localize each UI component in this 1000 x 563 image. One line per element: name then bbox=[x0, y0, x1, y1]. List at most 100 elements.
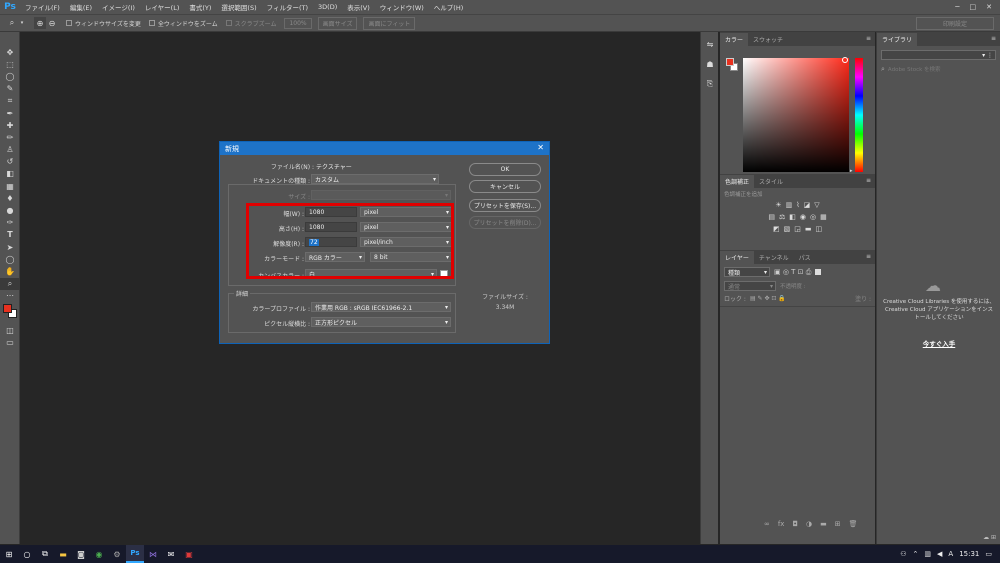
history-icon[interactable]: ⇋ bbox=[701, 36, 719, 52]
link-layers-icon[interactable]: ∞ bbox=[764, 520, 770, 528]
file-name-field[interactable]: テクスチャー bbox=[316, 162, 352, 171]
scrubby-zoom-checkbox[interactable]: スクラブズーム bbox=[225, 19, 276, 28]
cancel-button[interactable]: キャンセル bbox=[469, 180, 541, 193]
mail-icon[interactable]: ✉ bbox=[162, 545, 180, 563]
panel-menu-icon[interactable]: ≡ bbox=[866, 177, 871, 184]
lasso-tool-icon[interactable]: ◯ bbox=[0, 70, 20, 82]
color-mode-select[interactable]: RGB カラー ▾ bbox=[305, 252, 365, 262]
maximize-icon[interactable]: □ bbox=[970, 3, 977, 11]
settings-icon[interactable]: ⚙ bbox=[108, 545, 126, 563]
eraser-tool-icon[interactable]: ◧ bbox=[0, 168, 20, 180]
adjustment-layer-icon[interactable]: ◑ bbox=[806, 520, 812, 528]
gradient-map-icon[interactable]: ▬ bbox=[805, 225, 812, 233]
canvas-color-swatch[interactable] bbox=[440, 270, 448, 278]
add-mask-icon[interactable]: ◘ bbox=[792, 520, 798, 528]
new-layer-icon[interactable]: ⊞ bbox=[835, 520, 841, 528]
hand-tool-icon[interactable]: ✋ bbox=[0, 265, 20, 277]
stock-search-input[interactable]: Adobe Stock を検索 bbox=[888, 65, 941, 73]
menu-select[interactable]: 選択範囲(S) bbox=[216, 2, 261, 12]
menu-image[interactable]: イメージ(I) bbox=[97, 2, 140, 12]
history-brush-icon[interactable]: ↺ bbox=[0, 156, 20, 168]
close-icon[interactable]: ✕ bbox=[986, 3, 992, 11]
chevron-up-icon[interactable]: ⌃ bbox=[913, 550, 919, 558]
eyedropper-tool-icon[interactable]: ✒ bbox=[0, 107, 20, 119]
color-lookup-icon[interactable]: ▦ bbox=[820, 213, 827, 221]
color-swatches[interactable] bbox=[0, 302, 19, 324]
quick-select-tool-icon[interactable]: ✎ bbox=[0, 83, 20, 95]
levels-icon[interactable]: ▥ bbox=[786, 201, 793, 209]
dialog-close-icon[interactable]: ✕ bbox=[537, 143, 544, 152]
pen-tool-icon[interactable]: ✑ bbox=[0, 217, 20, 229]
menu-3d[interactable]: 3D(D) bbox=[313, 3, 342, 11]
foreground-color[interactable] bbox=[726, 58, 734, 66]
blend-mode-select[interactable]: 通常 ▾ bbox=[724, 281, 776, 291]
menu-type[interactable]: 書式(Y) bbox=[184, 2, 216, 12]
library-select[interactable]: ▾ ⋮ bbox=[881, 50, 996, 60]
blur-tool-icon[interactable]: ♦ bbox=[0, 192, 20, 204]
print-size-button[interactable]: 印刷設定 bbox=[916, 16, 994, 30]
notifications-icon[interactable]: ▭ bbox=[985, 550, 992, 558]
panel-menu-icon[interactable]: ≡ bbox=[991, 35, 996, 42]
posterize-icon[interactable]: ▧ bbox=[784, 225, 791, 233]
brightness-icon[interactable]: ☀ bbox=[775, 201, 781, 209]
lock-icons[interactable]: ▤ ✎ ✥ ⊡ 🔒 bbox=[750, 295, 786, 302]
minimize-icon[interactable]: ─ bbox=[955, 3, 959, 11]
layer-kind-filter[interactable]: 種類 ▾ bbox=[724, 267, 770, 277]
tab-libraries[interactable]: ライブラリ bbox=[877, 33, 918, 46]
windows-start-icon[interactable]: ⊞ bbox=[0, 545, 18, 563]
shape-tool-icon[interactable]: ◯ bbox=[0, 253, 20, 265]
black-white-icon[interactable]: ◧ bbox=[789, 213, 796, 221]
invert-icon[interactable]: ◩ bbox=[773, 225, 780, 233]
zoom-in-icon[interactable]: ⊕ bbox=[34, 17, 46, 29]
brush-tool-icon[interactable]: ✏ bbox=[0, 131, 20, 143]
fx-icon[interactable]: fx bbox=[778, 520, 785, 528]
selective-color-icon[interactable]: ◫ bbox=[815, 225, 822, 233]
color-field[interactable] bbox=[743, 58, 849, 172]
marquee-tool-icon[interactable]: ⬚ bbox=[0, 58, 20, 70]
exposure-icon[interactable]: ◪ bbox=[804, 201, 811, 209]
menu-filter[interactable]: フィルター(T) bbox=[262, 2, 313, 12]
zoom-all-checkbox[interactable]: 全ウィンドウをズーム bbox=[148, 19, 218, 28]
ok-button[interactable]: OK bbox=[469, 163, 541, 176]
trash-icon[interactable]: 🗑 bbox=[849, 520, 858, 528]
save-preset-button[interactable]: プリセットを保存(S)... bbox=[469, 199, 541, 212]
tab-layers[interactable]: レイヤー bbox=[720, 251, 754, 264]
crop-tool-icon[interactable]: ⌗ bbox=[0, 95, 20, 107]
menu-window[interactable]: ウィンドウ(W) bbox=[375, 2, 429, 12]
task-view-icon[interactable]: ⧉ bbox=[36, 545, 54, 563]
menu-edit[interactable]: 編集(E) bbox=[65, 2, 97, 12]
delete-preset-button[interactable]: プリセットを削除(D)... bbox=[469, 216, 541, 229]
move-tool-icon[interactable]: ✥ bbox=[0, 46, 20, 58]
vibrance-icon[interactable]: ▽ bbox=[814, 201, 819, 209]
tab-paths[interactable]: パス bbox=[794, 251, 816, 264]
ime-indicator[interactable]: A bbox=[948, 550, 953, 558]
doc-type-select[interactable]: カスタム ▾ bbox=[311, 174, 439, 184]
zoom-out-icon[interactable]: ⊖ bbox=[46, 17, 58, 29]
clone-stamp-icon[interactable]: ♙ bbox=[0, 144, 20, 156]
install-now-link[interactable]: 今すぐ入手 bbox=[877, 338, 1000, 348]
type-tool-icon[interactable]: T bbox=[0, 229, 20, 241]
resolution-input[interactable]: 72 bbox=[305, 237, 357, 247]
more-tools-icon[interactable]: ⋯ bbox=[0, 290, 20, 302]
size-select[interactable]: ▾ bbox=[311, 190, 451, 200]
panel-menu-icon[interactable]: ≡ bbox=[866, 35, 871, 42]
volume-icon[interactable]: ◀ bbox=[937, 550, 942, 558]
zoom-tool-icon[interactable]: ⌕ bbox=[0, 277, 20, 290]
screen-mode-icon[interactable]: ▭ bbox=[0, 336, 20, 348]
visual-studio-icon[interactable]: ⋈ bbox=[144, 545, 162, 563]
path-select-icon[interactable]: ➤ bbox=[0, 241, 20, 253]
panel-menu-icon[interactable]: ≡ bbox=[866, 253, 871, 260]
fit-screen-button[interactable]: 画面サイズ bbox=[317, 16, 358, 30]
color-balance-icon[interactable]: ⚖ bbox=[779, 213, 785, 221]
healing-brush-icon[interactable]: ✚ bbox=[0, 119, 20, 131]
hue-slider[interactable] bbox=[855, 58, 863, 172]
photoshop-taskbar-icon[interactable]: Ps bbox=[126, 545, 144, 563]
menu-file[interactable]: ファイル(F) bbox=[20, 2, 65, 12]
properties-icon[interactable]: ⎘ bbox=[701, 76, 719, 92]
color-picker-marker[interactable] bbox=[842, 57, 848, 63]
resolution-unit-select[interactable]: pixel/inch ▾ bbox=[360, 237, 452, 247]
store-icon[interactable]: ◙ bbox=[72, 545, 90, 563]
photo-filter-icon[interactable]: ◉ bbox=[800, 213, 806, 221]
canvas-color-select[interactable]: 白 ▾ bbox=[305, 269, 437, 279]
menu-layer[interactable]: レイヤー(L) bbox=[140, 2, 185, 12]
